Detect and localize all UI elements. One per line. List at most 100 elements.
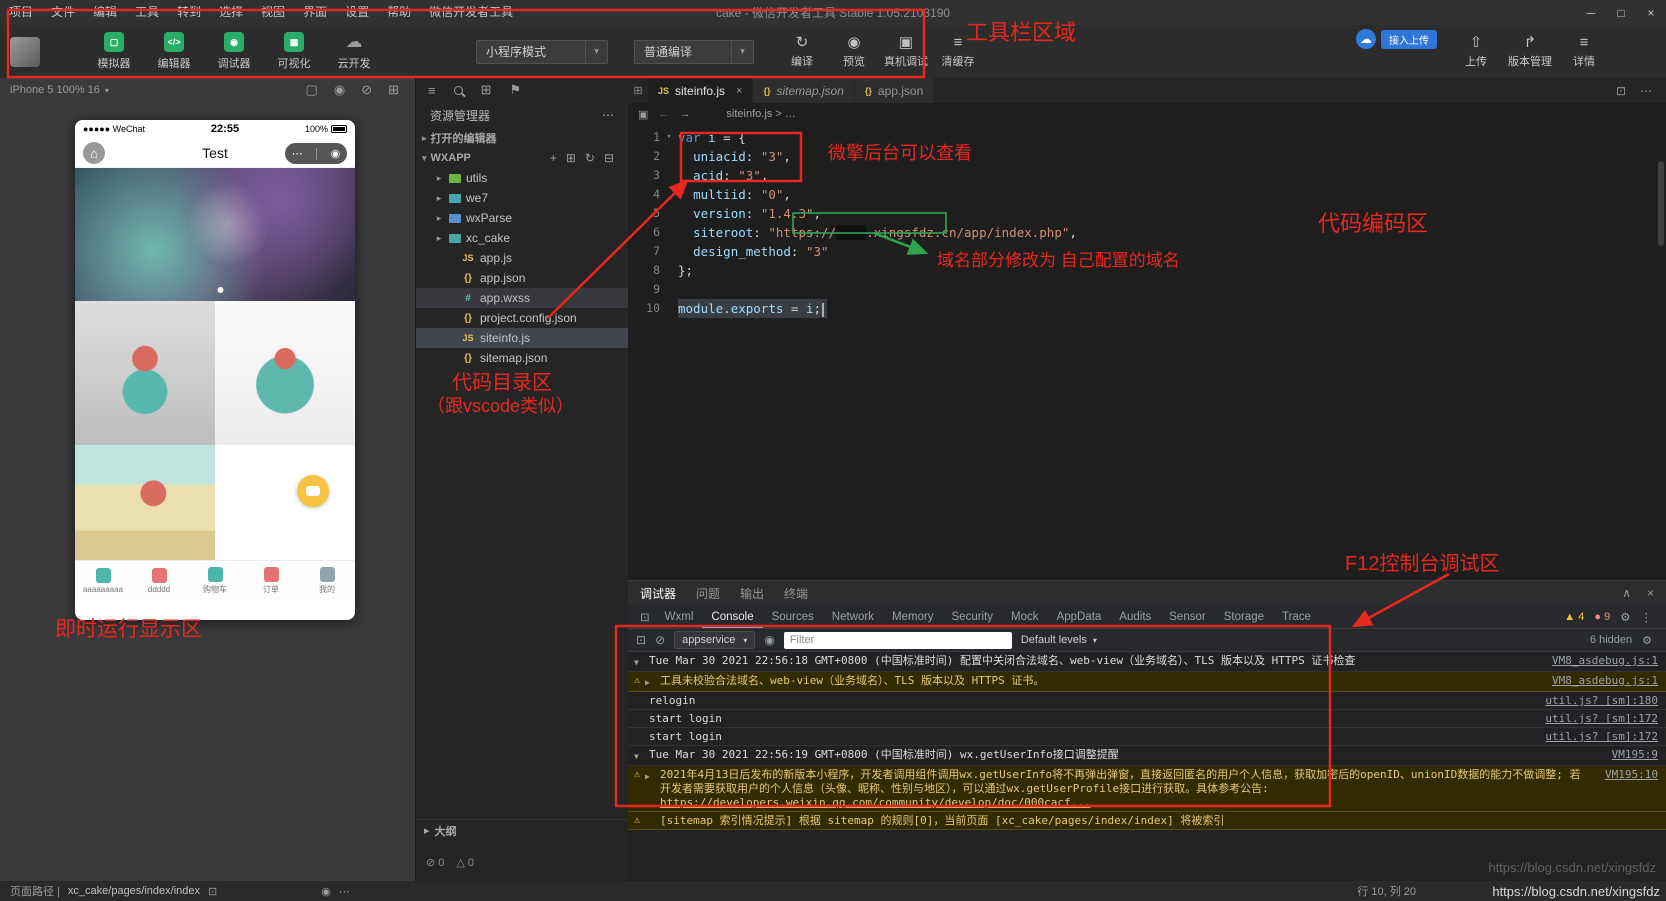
menu-settings[interactable]: 设置 [336,0,378,25]
code-line[interactable]: 7 design_method: "3" [628,242,1666,261]
filter-input[interactable]: Filter [783,631,1012,649]
expander-icon[interactable]: ▼ [634,654,644,670]
source-link[interactable]: VM195:9 [1600,748,1658,762]
multi-window-icon[interactable]: ⊞ [388,82,399,98]
code-editor[interactable]: 1 ▾ var i = {2 uniacid: "3", 3 acid: "3", 4 … [628,125,1666,318]
tab-app-json[interactable]: {} app.json [854,78,935,103]
flag-icon[interactable]: ⚑ [510,82,522,98]
panel-tab-output[interactable]: 输出 [740,585,764,602]
console-row[interactable]: start login util.js? [sm]:172 [628,728,1666,746]
product-image[interactable] [75,445,215,560]
breadcrumb[interactable]: siteinfo.js > … [726,108,795,120]
tree-item-app-js[interactable]: JS app.js [416,248,628,268]
tree-item-xc-cake[interactable]: ▸ xc_cake [416,228,628,248]
more-icon[interactable]: ⋯ [339,885,350,898]
refresh-icon[interactable]: ↻ [585,151,595,165]
mute-icon[interactable]: ⊘ [361,82,372,98]
tree-item-project-config-json[interactable]: {} project.config.json [416,308,628,328]
code-line[interactable]: 3 acid: "3", [628,166,1666,185]
details-button[interactable]: ≡ 详情 [1562,34,1606,69]
tree-item-wxparse[interactable]: ▸ wxParse [416,208,628,228]
menu-tools[interactable]: 工具 [126,0,168,25]
devtools-tab-appdata[interactable]: AppData [1048,605,1111,628]
devtools-tab-security[interactable]: Security [943,605,1003,628]
tab-cart[interactable]: 购物车 [187,561,243,600]
new-folder-icon[interactable]: ⊞ [566,151,576,165]
menu-file[interactable]: 文件 [42,0,84,25]
tab-profile[interactable]: 我的 [299,561,355,600]
devtools-tab-memory[interactable]: Memory [883,605,943,628]
devtools-tab-trace[interactable]: Trace [1273,605,1320,628]
bookmark-icon[interactable]: ▣ [638,108,648,121]
code-line[interactable]: 5 version: "1.4.3", [628,204,1666,223]
console-link[interactable]: https://developers.weixin.qq.com/communi… [660,796,1090,809]
source-link[interactable]: util.js? [sm]:172 [1533,730,1658,744]
close-tab-icon[interactable]: × [736,85,742,97]
menu-help[interactable]: 帮助 [378,0,420,25]
devtools-tab-network[interactable]: Network [823,605,883,628]
tab-orders[interactable]: 订单 [243,561,299,600]
code-line[interactable]: 1 ▾ var i = { [628,128,1666,147]
tree-item-we7[interactable]: ▸ we7 [416,188,628,208]
contact-fab-button[interactable] [297,475,329,507]
error-count-badge[interactable]: ● 9 [1594,611,1610,623]
source-link[interactable]: util.js? [sm]:172 [1533,712,1658,726]
console-row[interactable]: relogin util.js? [sm]:180 [628,692,1666,710]
cloud-dev-toggle[interactable]: ☁ 云开发 [332,32,376,71]
menu-view[interactable]: 视图 [252,0,294,25]
record-icon[interactable]: ◉ [331,147,341,160]
source-link[interactable]: util.js? [sm]:180 [1533,694,1658,708]
preview-button[interactable]: ◉ 预览 [832,34,876,69]
code-line[interactable]: 2 uniacid: "3", [628,147,1666,166]
expander-icon[interactable]: ▼ [634,748,644,764]
code-line[interactable]: 8}; [628,261,1666,280]
tree-item-sitemap-json[interactable]: {} sitemap.json [416,348,628,368]
home-icon[interactable]: ⌂ [83,142,105,164]
devtools-tab-console[interactable]: Console [702,605,762,628]
mode-select[interactable]: 小程序模式 ▾ [476,39,608,64]
log-levels-select[interactable]: Default levels ▾ [1021,634,1097,646]
outline-section[interactable]: ▸ 大纲 [416,819,628,841]
visualize-toggle[interactable]: ▦ 可视化 [272,32,316,71]
upload-access-badge[interactable]: 接入上传 [1381,29,1437,49]
collapse-panel-icon[interactable]: ∧ [1622,586,1631,600]
compile-button[interactable]: ↻ 编译 [780,34,824,69]
product-image[interactable] [75,301,215,445]
console-row[interactable]: ⚠ [sitemap 索引情况提示] 根据 sitemap 的规则[0]，当前页面… [628,812,1666,830]
more-icon[interactable]: ⋯ [1640,84,1652,98]
rotate-device-icon[interactable]: ▢ [306,82,318,98]
banner-image[interactable] [75,168,355,301]
tree-item-app-wxss[interactable]: # app.wxss [416,288,628,308]
devtools-tab-wxml[interactable]: Wxml [656,605,703,628]
devtools-tab-storage[interactable]: Storage [1215,605,1273,628]
compile-mode-select[interactable]: 普通编译 ▾ [634,39,754,64]
explorer-files-icon[interactable]: ≡ [428,83,436,98]
product-image[interactable] [215,301,355,445]
page-path[interactable]: xc_cake/pages/index/index [68,885,200,897]
expander-icon[interactable]: ▶ [645,768,655,784]
debugger-toggle[interactable]: ◉ 调试器 [212,32,256,71]
close-button[interactable]: × [1636,0,1666,25]
console-drawer-icon[interactable]: ⊡ [636,633,646,647]
tree-item-siteinfo-js[interactable]: JS siteinfo.js [416,328,628,348]
upload-button[interactable]: ⇧ 上传 [1454,34,1498,69]
console-row[interactable]: ▼ Tue Mar 30 2021 22:56:18 GMT+0800 (中国标准… [628,652,1666,672]
tab-siteinfo-js[interactable]: JS siteinfo.js × [648,78,754,103]
source-link[interactable]: VM8_asdebug.js:1 [1540,654,1658,668]
panel-tab-debugger[interactable]: 调试器 [640,585,676,602]
eye-icon[interactable]: ◉ [321,885,331,898]
menu-select[interactable]: 选择 [210,0,252,25]
more-icon[interactable]: ⋯ [602,108,614,122]
capsule-menu[interactable]: ⋯ ◉ [285,143,347,164]
code-line[interactable]: 9 [628,280,1666,299]
menu-goto[interactable]: 转到 [168,0,210,25]
extensions-icon[interactable]: ⊞ [481,82,492,98]
device-selector[interactable]: iPhone 5 100% 16 ▾ [10,84,109,96]
split-editor-icon[interactable]: ⊞ [628,78,648,103]
copy-icon[interactable]: ⊡ [208,885,217,898]
context-select[interactable]: appservice ▾ [674,631,756,649]
panel-tab-problems[interactable]: 问题 [696,585,720,602]
split-view-icon[interactable]: ⊡ [1616,84,1626,98]
version-manage-button[interactable]: ↱ 版本管理 [1508,34,1552,69]
gear-icon[interactable]: ⚙ [1620,610,1630,624]
